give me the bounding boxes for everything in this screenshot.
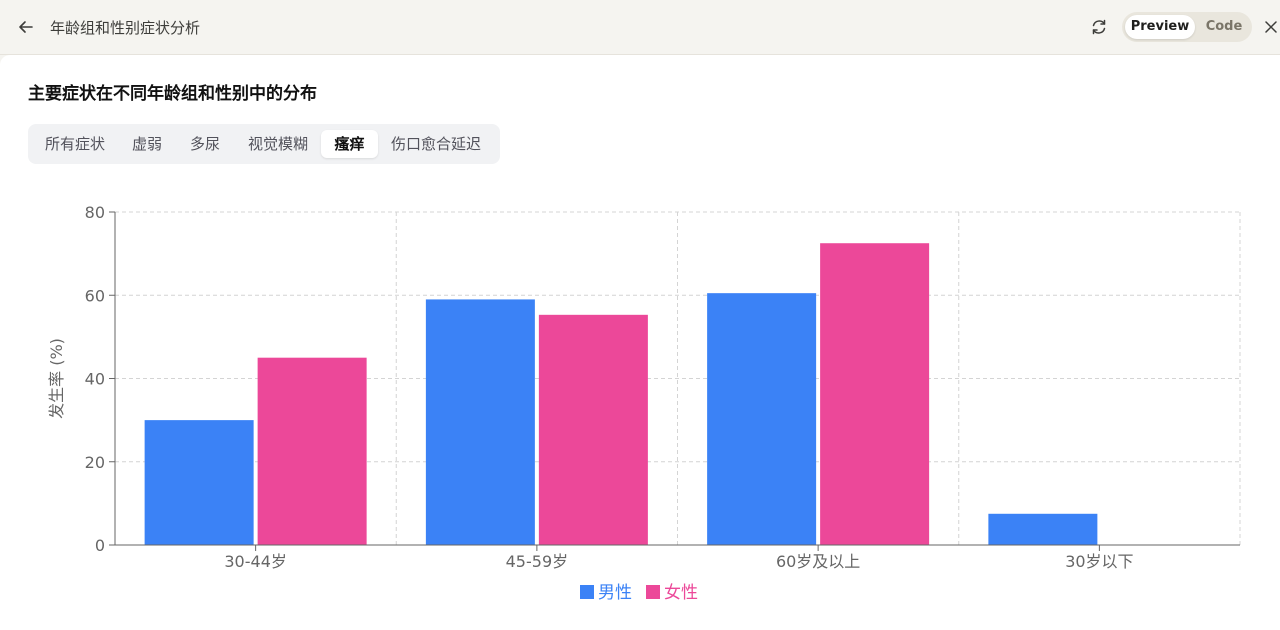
bar-male xyxy=(707,293,817,545)
x-tick-label: 30岁以下 xyxy=(1065,552,1133,571)
view-toggle: Preview Code xyxy=(1122,12,1252,42)
top-bar: 年龄组和性别症状分析 Preview Code xyxy=(0,0,1280,55)
refresh-button[interactable] xyxy=(1087,15,1111,39)
back-button[interactable] xyxy=(14,15,38,39)
legend-male-swatch xyxy=(580,585,594,599)
y-axis-label: 发生率 (%) xyxy=(47,338,66,419)
bar-male xyxy=(988,513,1098,545)
page-title: 年龄组和性别症状分析 xyxy=(50,19,201,37)
y-tick-label: 0 xyxy=(95,536,105,555)
y-tick-label: 80 xyxy=(85,203,105,222)
code-tab[interactable]: Code xyxy=(1200,15,1248,39)
bar-male xyxy=(144,420,254,545)
preview-tab[interactable]: Preview xyxy=(1125,15,1195,39)
y-tick-label: 20 xyxy=(85,453,105,472)
bar-female xyxy=(257,357,367,545)
arrow-left-icon xyxy=(19,21,33,33)
y-tick-label: 40 xyxy=(85,370,105,389)
x-tick-label: 30-44岁 xyxy=(224,552,287,571)
close-button[interactable] xyxy=(1262,15,1280,39)
bar-female xyxy=(538,314,648,545)
refresh-icon xyxy=(1092,19,1106,35)
x-tick-label: 45-59岁 xyxy=(506,552,569,571)
bar-chart: 0 20 40 60 80 30-44岁 45-59岁 60岁及以上 30岁以下 发生率 (%) 男… xyxy=(47,203,1241,603)
legend-female-swatch xyxy=(646,585,660,599)
x-tick-label: 60岁及以上 xyxy=(776,552,860,571)
bar-female xyxy=(820,243,930,545)
close-icon xyxy=(1265,21,1277,33)
bar-male xyxy=(425,299,535,545)
legend-female-label: 女性 xyxy=(664,583,698,603)
legend-male-label: 男性 xyxy=(598,583,632,603)
y-tick-label: 60 xyxy=(85,286,105,305)
